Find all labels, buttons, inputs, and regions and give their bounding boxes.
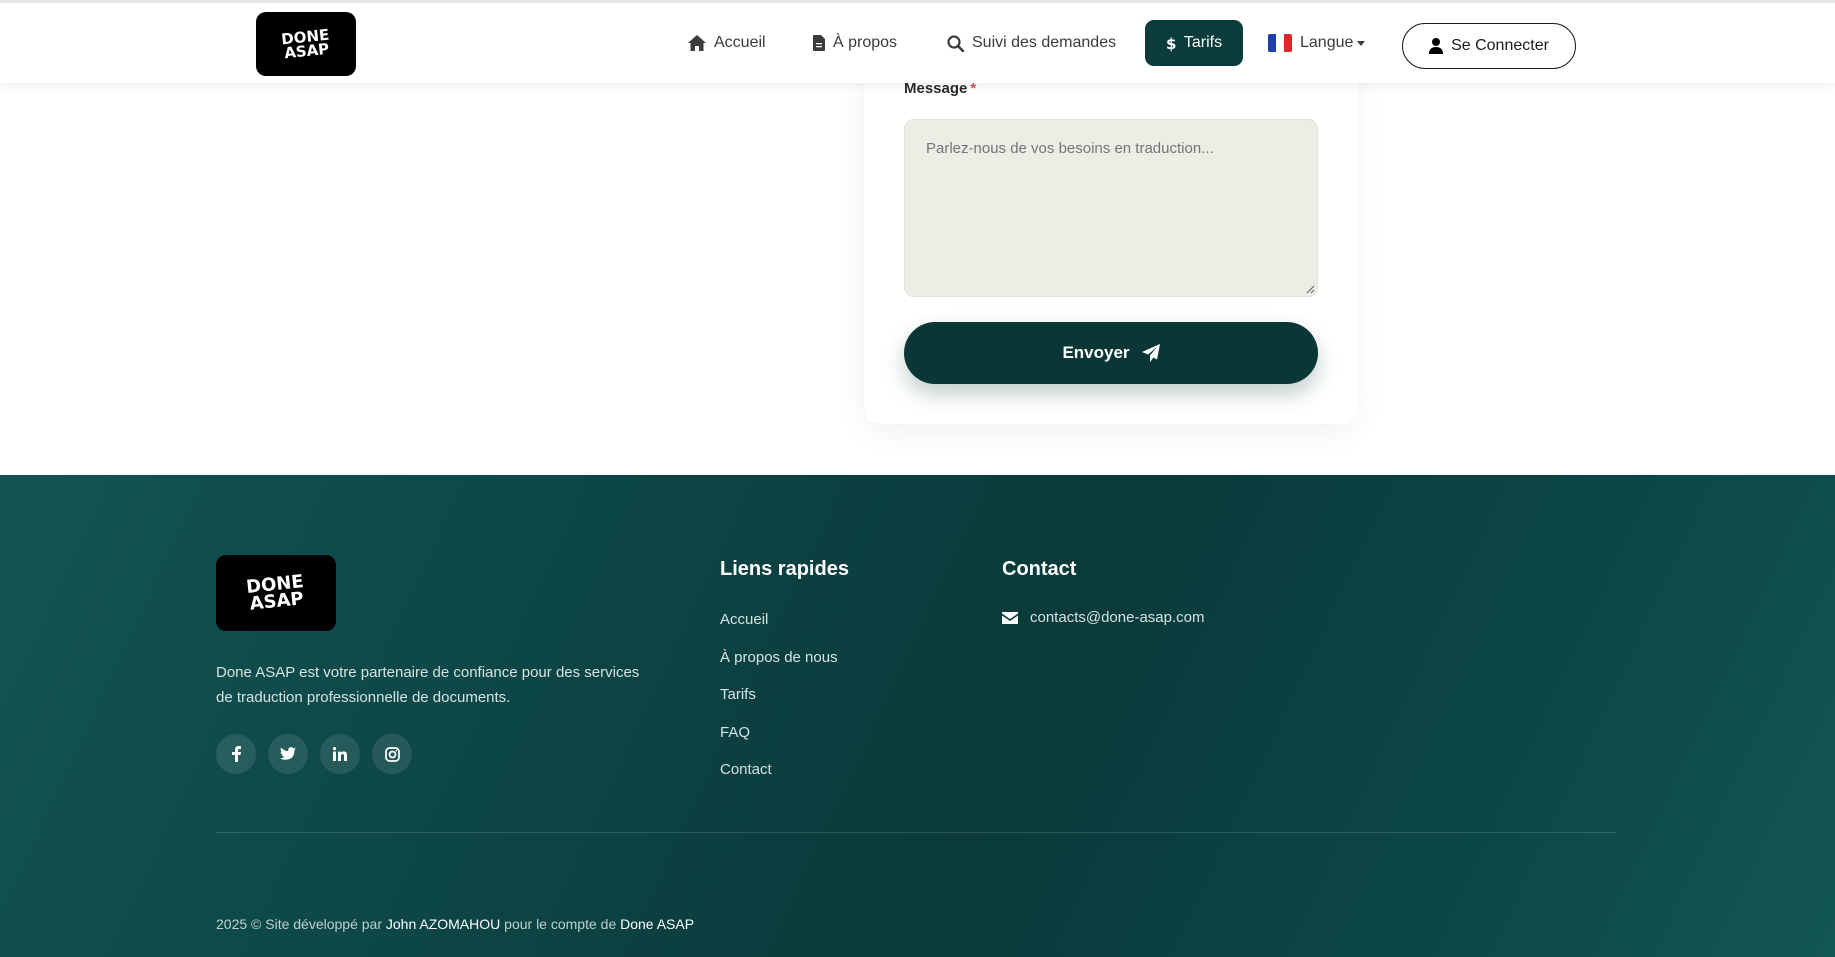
instagram-link[interactable]: [372, 734, 412, 774]
company-name[interactable]: Done ASAP: [620, 916, 694, 932]
france-flag-icon: [1268, 34, 1292, 52]
user-icon: [1429, 38, 1444, 54]
footer-link-faq[interactable]: FAQ: [720, 723, 838, 761]
logo-wordmark: DONE ASAP: [245, 570, 305, 615]
nav-link-label: Suivi des demandes: [972, 34, 1117, 51]
linkedin-icon: [333, 747, 347, 761]
footer-logo[interactable]: DONE ASAP: [216, 555, 336, 631]
home-icon: [688, 35, 706, 51]
send-button[interactable]: Envoyer: [904, 322, 1318, 384]
contact-email-row: contacts@done-asap.com: [1002, 609, 1205, 626]
twitter-link[interactable]: [268, 734, 308, 774]
facebook-icon: [231, 746, 241, 762]
facebook-link[interactable]: [216, 734, 256, 774]
nav-link-label: Tarifs: [1183, 34, 1223, 51]
nav-link-label: Accueil: [714, 34, 766, 51]
send-label: Envoyer: [1062, 343, 1130, 362]
message-textarea[interactable]: [904, 119, 1318, 297]
caret-down-icon: [1357, 40, 1366, 46]
login-label: Se Connecter: [1451, 37, 1549, 54]
quick-links-heading: Liens rapides: [720, 558, 849, 580]
nav-link-tracking[interactable]: Suivi des demandes: [947, 20, 1116, 66]
footer-link-contact[interactable]: Contact: [720, 760, 838, 798]
document-icon: [813, 35, 825, 51]
contact-heading: Contact: [1002, 558, 1077, 580]
footer-link-home[interactable]: Accueil: [720, 610, 838, 648]
twitter-icon: [280, 747, 296, 760]
envelope-icon: [1002, 611, 1018, 624]
quick-links-list: Accueil À propos de nous Tarifs FAQ Cont…: [720, 610, 838, 798]
nav-link-about[interactable]: À propos: [813, 20, 897, 66]
footer-divider: [216, 832, 1616, 833]
nav-link-label: À propos: [833, 34, 898, 51]
svg-text:$: $: [1166, 35, 1176, 52]
paper-plane-icon: [1141, 344, 1160, 362]
linkedin-link[interactable]: [320, 734, 360, 774]
logo-wordmark: DONE ASAP: [280, 25, 331, 63]
brand-logo[interactable]: DONE ASAP: [256, 12, 356, 76]
copyright-text: 2025 © Site développé par John AZOMAHOU …: [216, 916, 695, 932]
resize-handle-icon[interactable]: [1305, 284, 1315, 294]
footer-link-about[interactable]: À propos de nous: [720, 648, 838, 686]
language-dropdown[interactable]: Langue: [1268, 20, 1366, 66]
search-icon: [947, 34, 964, 52]
developer-name[interactable]: John AZOMAHOU: [386, 916, 500, 932]
navbar: DONE ASAP Accueil À propos Suivi des dem…: [0, 0, 1835, 83]
login-button[interactable]: Se Connecter: [1402, 23, 1576, 69]
footer-link-pricing[interactable]: Tarifs: [720, 685, 838, 723]
instagram-icon: [384, 746, 400, 762]
contact-email-link[interactable]: contacts@done-asap.com: [1030, 609, 1205, 626]
nav-link-pricing[interactable]: $ Tarifs: [1145, 20, 1243, 66]
social-links: [216, 734, 412, 774]
nav-link-home[interactable]: Accueil: [688, 20, 766, 66]
language-label: Langue: [1300, 34, 1354, 51]
footer-description: Done ASAP est votre partenaire de confia…: [216, 664, 640, 706]
site-footer: DONE ASAP Done ASAP est votre partenaire…: [0, 475, 1835, 957]
dollar-icon: $: [1166, 35, 1176, 52]
